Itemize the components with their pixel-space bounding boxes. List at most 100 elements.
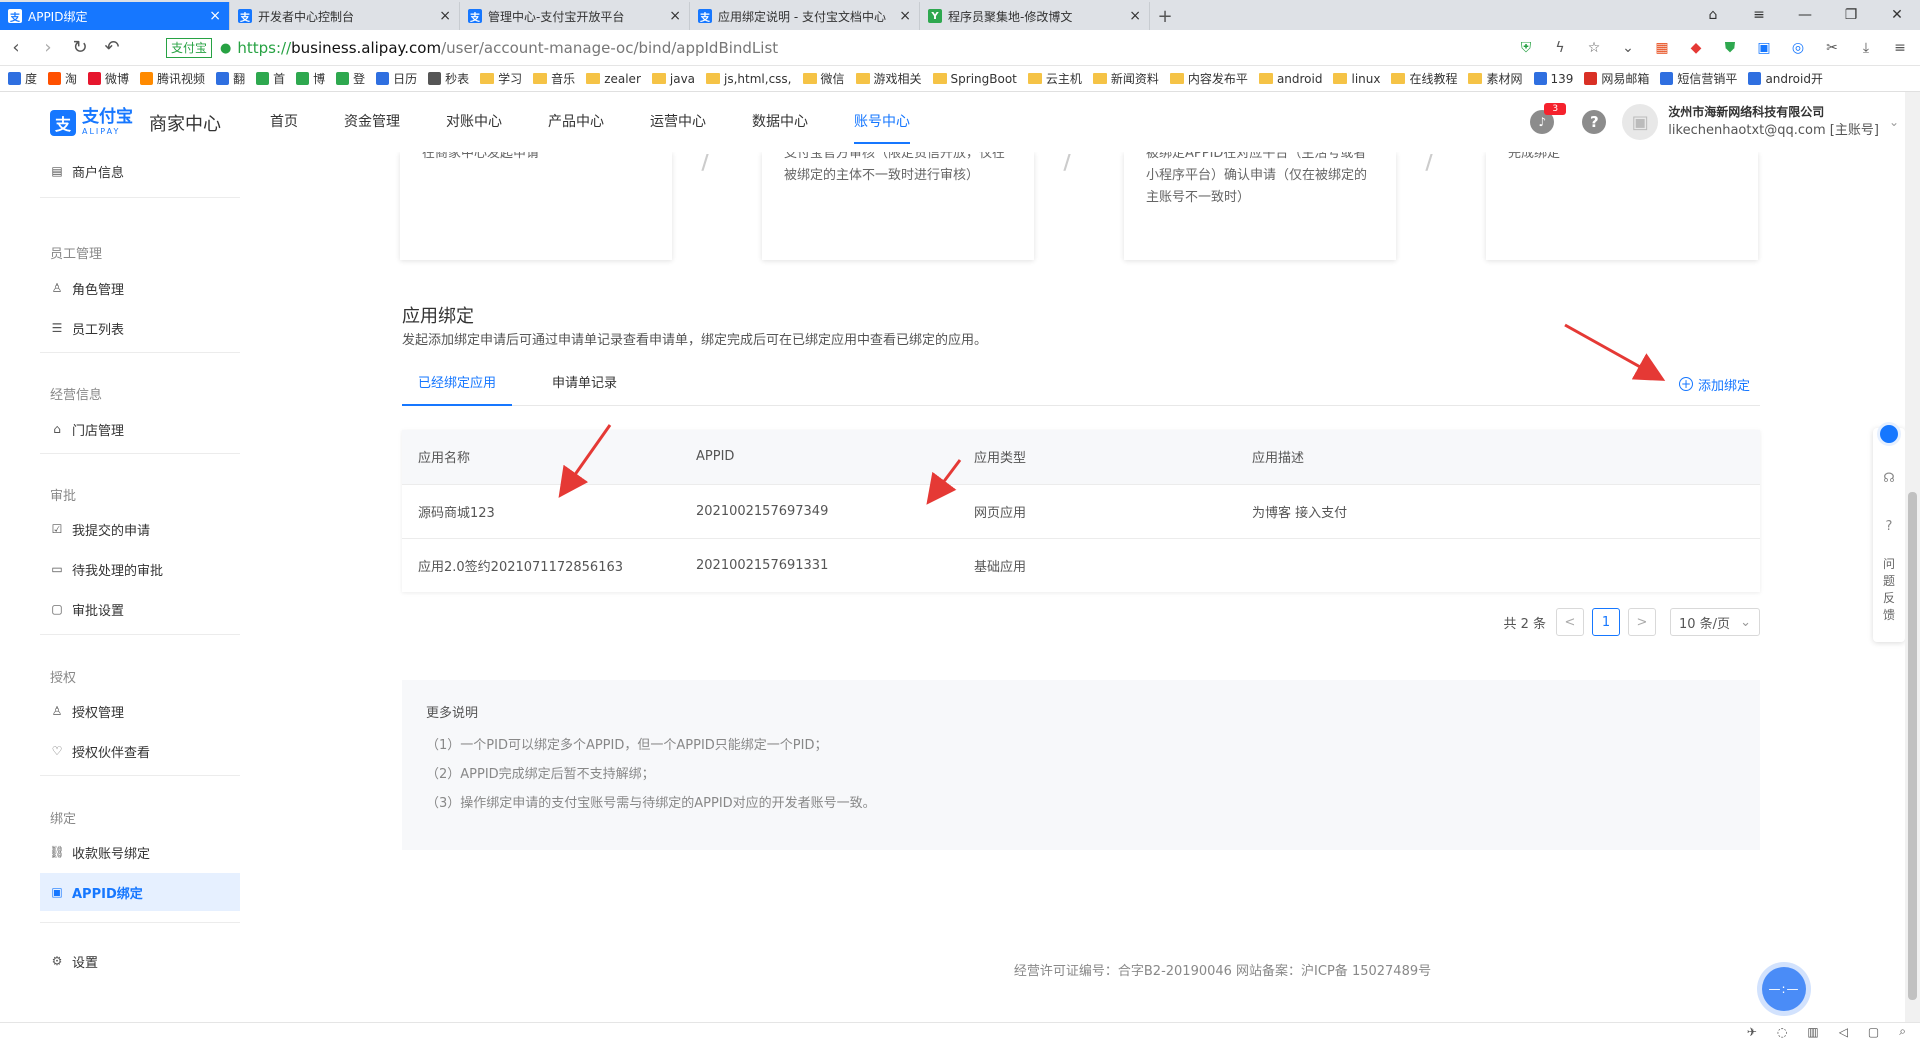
bookmark-item[interactable]: 新闻资料: [1092, 70, 1159, 87]
menu-icon[interactable]: ≡: [1736, 0, 1782, 30]
bookmark-item[interactable]: 云主机: [1027, 70, 1082, 87]
sidebar-item-approval-settings[interactable]: ▢ 审批设置: [40, 590, 240, 628]
pager-prev-button[interactable]: <: [1556, 608, 1584, 636]
bookmark-item[interactable]: 秒表: [428, 70, 469, 87]
bookmark-item[interactable]: 微信: [802, 70, 845, 87]
minimize-icon[interactable]: —: [1782, 0, 1828, 30]
help-icon[interactable]: ?: [1582, 110, 1607, 134]
page-scrollbar[interactable]: [1905, 92, 1920, 1022]
add-bind-button[interactable]: + 添加绑定: [1678, 362, 1750, 406]
translate-icon[interactable]: ▣: [1754, 38, 1774, 58]
volume-icon[interactable]: ◁: [1839, 1025, 1848, 1039]
clean-icon[interactable]: ◌: [1777, 1025, 1787, 1039]
browser-tab-blog[interactable]: Y 程序员聚集地-修改博文 ×: [920, 2, 1150, 30]
robot-icon[interactable]: [1877, 422, 1901, 446]
bookmark-item[interactable]: 网易邮箱: [1584, 70, 1649, 87]
bookmark-item[interactable]: 游戏相关: [855, 70, 922, 87]
bookmark-item[interactable]: zealer: [586, 72, 641, 86]
bell-icon[interactable]: ♪ 3: [1530, 103, 1567, 134]
page-size-select[interactable]: 10 条/页 ⌄: [1670, 608, 1760, 636]
refresh-icon[interactable]: ↻: [64, 32, 96, 64]
bookmark-item[interactable]: 博: [296, 70, 325, 87]
bookmark-item[interactable]: 139: [1533, 72, 1573, 86]
table-row[interactable]: 源码商城123 2021002157697349 网页应用 为博客 接入支付: [402, 483, 1760, 538]
bookmark-item[interactable]: android开: [1748, 70, 1823, 87]
star-icon[interactable]: ☆: [1584, 38, 1604, 58]
nav-item[interactable]: 对账中心: [446, 92, 502, 152]
bookmark-item[interactable]: 音乐: [533, 70, 575, 87]
alipay-logo[interactable]: 支 支付宝 ALIPAY 商家中心: [50, 109, 221, 136]
tab-bound-apps[interactable]: 已经绑定应用: [402, 362, 513, 406]
headset-icon[interactable]: ☊: [1879, 468, 1899, 488]
chevron-down-icon[interactable]: ⌄: [1889, 115, 1899, 129]
cert-badge[interactable]: 支付宝: [166, 38, 213, 58]
browser-tab-devcenter[interactable]: 支 开发者中心控制台 ×: [230, 2, 460, 30]
trash-icon[interactable]: ▥: [1807, 1025, 1818, 1039]
close-window-icon[interactable]: ✕: [1874, 0, 1920, 30]
bookmark-item[interactable]: 内容发布平: [1169, 70, 1248, 87]
bookmark-item[interactable]: js,html,css,: [706, 72, 792, 86]
sync-icon[interactable]: ◎: [1788, 38, 1808, 58]
shield-icon[interactable]: ⛨: [1516, 38, 1536, 58]
sidebar-item-roles[interactable]: ♙ 角色管理: [40, 269, 240, 307]
sidebar-item-collection-bind[interactable]: ⛓ 收款账号绑定: [40, 833, 240, 871]
account-info[interactable]: 汝州市海新网络科技有限公司 likechenhaotxt@qq.com [主账号…: [1668, 103, 1879, 141]
sidebar-item-auth[interactable]: ♙ 授权管理: [40, 692, 240, 730]
close-icon[interactable]: ×: [899, 8, 911, 24]
new-tab-button[interactable]: +: [1150, 2, 1180, 30]
bookmark-item[interactable]: 在线教程: [1391, 70, 1457, 87]
browser-tab-openplatform[interactable]: 支 管理中心-支付宝开放平台 ×: [460, 2, 690, 30]
sidebar-item-my-applications[interactable]: ☑ 我提交的申请: [40, 510, 240, 548]
table-row[interactable]: 应用2.0签约2021071172856163 2021002157691331…: [402, 537, 1760, 592]
menu-icon[interactable]: ≡: [1890, 38, 1910, 58]
nav-item[interactable]: 运营中心: [650, 92, 706, 152]
question-box-icon[interactable]: ?: [1879, 516, 1899, 536]
browser-tab-docs[interactable]: 支 应用绑定说明 - 支付宝文档中心 ×: [690, 2, 920, 30]
window-icon[interactable]: ▢: [1868, 1025, 1879, 1039]
bookmark-item[interactable]: 度: [8, 70, 37, 87]
download-icon[interactable]: ⤓: [1856, 38, 1876, 58]
chat-bubble-button[interactable]: —:—: [1762, 967, 1806, 1011]
bookmark-item[interactable]: SpringBoot: [932, 72, 1017, 86]
bookmark-item[interactable]: 腾讯视频: [140, 70, 205, 87]
close-icon[interactable]: ×: [439, 8, 451, 24]
url-input[interactable]: 支付宝 ● https:// business.alipay.com /user…: [166, 34, 1586, 62]
lock-icon[interactable]: ●: [220, 41, 231, 56]
lightning-icon[interactable]: ϟ: [1550, 38, 1570, 58]
pager-page-1[interactable]: 1: [1592, 608, 1620, 636]
zoom-icon[interactable]: ⌕: [1899, 1024, 1906, 1039]
bookmark-item[interactable]: 翻: [216, 70, 245, 87]
tab-application-records[interactable]: 申请单记录: [536, 362, 633, 406]
restore-icon[interactable]: ❐: [1828, 0, 1874, 30]
sidebar-item-merchant-info[interactable]: ▤ 商户信息: [40, 152, 240, 190]
bookmark-item[interactable]: 登: [336, 70, 365, 87]
nav-item[interactable]: 首页: [270, 92, 298, 152]
bookmark-item[interactable]: linux: [1333, 72, 1380, 86]
sidebar-item-staff-list[interactable]: ☰ 员工列表: [40, 309, 240, 347]
nav-item[interactable]: 资金管理: [344, 92, 400, 152]
forward-icon[interactable]: ›: [32, 32, 64, 64]
sidebar-item-stores[interactable]: ⌂ 门店管理: [40, 410, 240, 448]
back-icon[interactable]: ‹: [0, 32, 32, 64]
sidebar-item-auth-partner[interactable]: ♡ 授权伙伴查看: [40, 732, 240, 770]
scissors-icon[interactable]: ✂: [1822, 38, 1842, 58]
close-icon[interactable]: ×: [209, 8, 221, 24]
close-icon[interactable]: ×: [1129, 8, 1141, 24]
sidebar-item-settings[interactable]: ⚙ 设置: [40, 942, 240, 980]
shield-green-icon[interactable]: ⛊: [1720, 38, 1740, 58]
apps-icon[interactable]: ▦: [1652, 38, 1672, 58]
pager-next-button[interactable]: >: [1628, 608, 1656, 636]
bookmark-item[interactable]: 日历: [376, 70, 417, 87]
bookmark-item[interactable]: android: [1258, 72, 1322, 86]
nav-item[interactable]: 数据中心: [752, 92, 808, 152]
sidebar-item-pending[interactable]: ▭ 待我处理的审批: [40, 550, 240, 588]
bookmark-item[interactable]: 学习: [480, 70, 522, 87]
bookmark-item[interactable]: 短信营销平: [1660, 70, 1737, 87]
scrollbar-thumb[interactable]: [1908, 492, 1917, 1000]
bookmark-item[interactable]: 淘: [48, 70, 77, 87]
rocket-icon[interactable]: ✈: [1747, 1025, 1757, 1039]
chevron-down-icon[interactable]: ⌄: [1618, 38, 1638, 58]
sidebar-item-appid-bind[interactable]: ▣ APPID绑定: [40, 873, 240, 911]
bookmark-item[interactable]: 微博: [88, 70, 129, 87]
shirt-icon[interactable]: ⌂: [1690, 0, 1736, 30]
